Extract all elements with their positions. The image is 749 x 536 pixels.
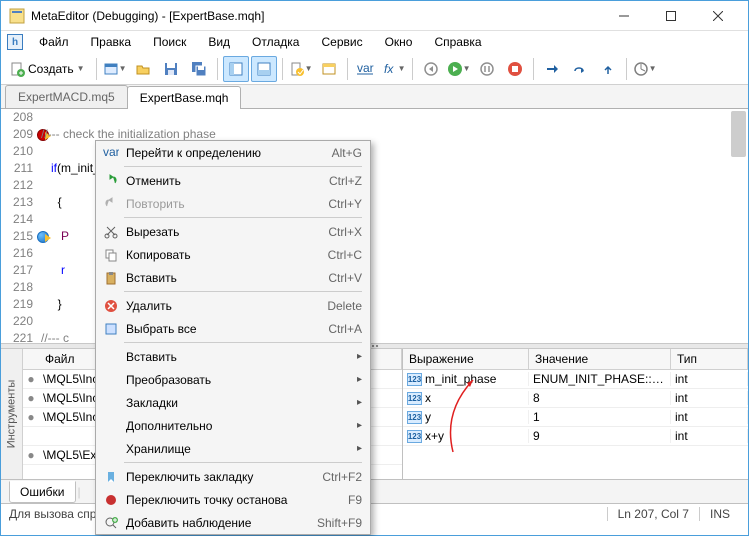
open-icon[interactable] bbox=[130, 56, 156, 82]
profile-icon[interactable]: ▼ bbox=[632, 56, 658, 82]
maximize-button[interactable] bbox=[648, 2, 693, 30]
title-bar: MetaEditor (Debugging) - [ExpertBase.mqh… bbox=[1, 1, 748, 31]
toolbar: Создать▼ ▼ ▼ var fx▼ ▼ ▼ bbox=[1, 53, 748, 85]
line-gutter: 2082092102112122132142152162172182192202… bbox=[1, 109, 37, 343]
step-out-icon[interactable] bbox=[595, 56, 621, 82]
scrollbar-thumb[interactable] bbox=[731, 111, 746, 157]
watch-row[interactable]: 123m_init_phaseENUM_INIT_PHASE::INIT_...… bbox=[403, 370, 748, 389]
file-tabs: ExpertMACD.mq5 ExpertBase.mqh bbox=[1, 85, 748, 109]
tab-expertmacd[interactable]: ExpertMACD.mq5 bbox=[5, 85, 128, 108]
toolbox-toggle[interactable] bbox=[251, 56, 277, 82]
ctx-goto-definition[interactable]: varПерейти к определениюAlt+G bbox=[96, 141, 370, 164]
svg-text:var: var bbox=[357, 63, 374, 75]
menu-debug[interactable]: Отладка bbox=[242, 33, 309, 51]
ctx-paste[interactable]: ВставитьCtrl+V bbox=[96, 266, 370, 289]
help-icon[interactable]: h bbox=[7, 34, 23, 50]
tab-expertbase[interactable]: ExpertBase.mqh bbox=[127, 86, 242, 109]
minimize-button[interactable] bbox=[601, 2, 646, 30]
status-ins: INS bbox=[699, 507, 740, 521]
ctx-copy[interactable]: КопироватьCtrl+C bbox=[96, 243, 370, 266]
ctx-cut[interactable]: ВырезатьCtrl+X bbox=[96, 220, 370, 243]
menu-view[interactable]: Вид bbox=[198, 33, 240, 51]
step-over-icon[interactable] bbox=[567, 56, 593, 82]
col-expression[interactable]: Выражение bbox=[403, 349, 529, 369]
menu-file[interactable]: Файл bbox=[29, 33, 79, 51]
ctx-toggle-bookmark[interactable]: Переключить закладкуCtrl+F2 bbox=[96, 465, 370, 488]
menu-bar: h Файл Правка Поиск Вид Отладка Сервис О… bbox=[1, 31, 748, 53]
ctx-add-watch[interactable]: Добавить наблюдениеShift+F9 bbox=[96, 511, 370, 534]
watch-row[interactable]: 123x8int bbox=[403, 389, 748, 408]
ctx-insert-sub[interactable]: Вставить bbox=[96, 345, 370, 368]
svg-text:fx: fx bbox=[384, 62, 394, 76]
ctx-delete[interactable]: УдалитьDelete bbox=[96, 294, 370, 317]
start-debug-icon[interactable]: ▼ bbox=[446, 56, 472, 82]
project-icon[interactable]: ▼ bbox=[102, 56, 128, 82]
menu-window[interactable]: Окно bbox=[375, 33, 423, 51]
ctx-toggle-breakpoint[interactable]: Переключить точку остановаF9 bbox=[96, 488, 370, 511]
context-menu: varПерейти к определениюAlt+G ОтменитьCt… bbox=[95, 140, 371, 535]
var-icon: 123 bbox=[407, 411, 422, 424]
status-position: Ln 207, Col 7 bbox=[607, 507, 699, 521]
compile-icon[interactable]: ▼ bbox=[288, 56, 314, 82]
saveall-icon[interactable] bbox=[186, 56, 212, 82]
back-icon[interactable] bbox=[418, 56, 444, 82]
menu-help[interactable]: Справка bbox=[424, 33, 491, 51]
col-value[interactable]: Значение bbox=[529, 349, 671, 369]
ctx-additional-sub[interactable]: Дополнительно bbox=[96, 414, 370, 437]
menu-tools[interactable]: Сервис bbox=[311, 33, 372, 51]
terminal-icon[interactable] bbox=[316, 56, 342, 82]
svg-text:var: var bbox=[103, 147, 119, 159]
btab-errors[interactable]: Ошибки bbox=[9, 481, 76, 503]
stop-icon[interactable] bbox=[502, 56, 528, 82]
navigator-toggle[interactable] bbox=[223, 56, 249, 82]
watch-row[interactable]: 123x+y9int bbox=[403, 427, 748, 446]
ctx-bookmarks-sub[interactable]: Закладки bbox=[96, 391, 370, 414]
save-icon[interactable] bbox=[158, 56, 184, 82]
window-title: MetaEditor (Debugging) - [ExpertBase.mqh… bbox=[31, 9, 601, 23]
pause-icon[interactable] bbox=[474, 56, 500, 82]
function-icon[interactable]: fx▼ bbox=[381, 56, 407, 82]
status-help: Для вызова спра bbox=[9, 507, 103, 521]
ctx-select-all[interactable]: Выбрать всеCtrl+A bbox=[96, 317, 370, 340]
step-into-icon[interactable] bbox=[539, 56, 565, 82]
new-label: Создать bbox=[28, 62, 74, 76]
close-button[interactable] bbox=[695, 2, 740, 30]
watch-row[interactable]: 123y1int bbox=[403, 408, 748, 427]
col-type[interactable]: Тип bbox=[671, 349, 748, 369]
var-icon: 123 bbox=[407, 392, 422, 405]
menu-edit[interactable]: Правка bbox=[81, 33, 142, 51]
menu-search[interactable]: Поиск bbox=[143, 33, 196, 51]
ctx-redo: ПовторитьCtrl+Y bbox=[96, 192, 370, 215]
var-icon: 123 bbox=[407, 430, 422, 443]
ctx-transform-sub[interactable]: Преобразовать bbox=[96, 368, 370, 391]
ctx-undo[interactable]: ОтменитьCtrl+Z bbox=[96, 169, 370, 192]
new-button[interactable]: Создать▼ bbox=[7, 56, 91, 82]
var-icon[interactable]: var bbox=[353, 56, 379, 82]
ctx-storage-sub[interactable]: Хранилище bbox=[96, 437, 370, 460]
var-icon: 123 bbox=[407, 373, 422, 386]
app-icon bbox=[9, 8, 25, 24]
tools-strip[interactable]: Инструменты bbox=[1, 349, 23, 479]
